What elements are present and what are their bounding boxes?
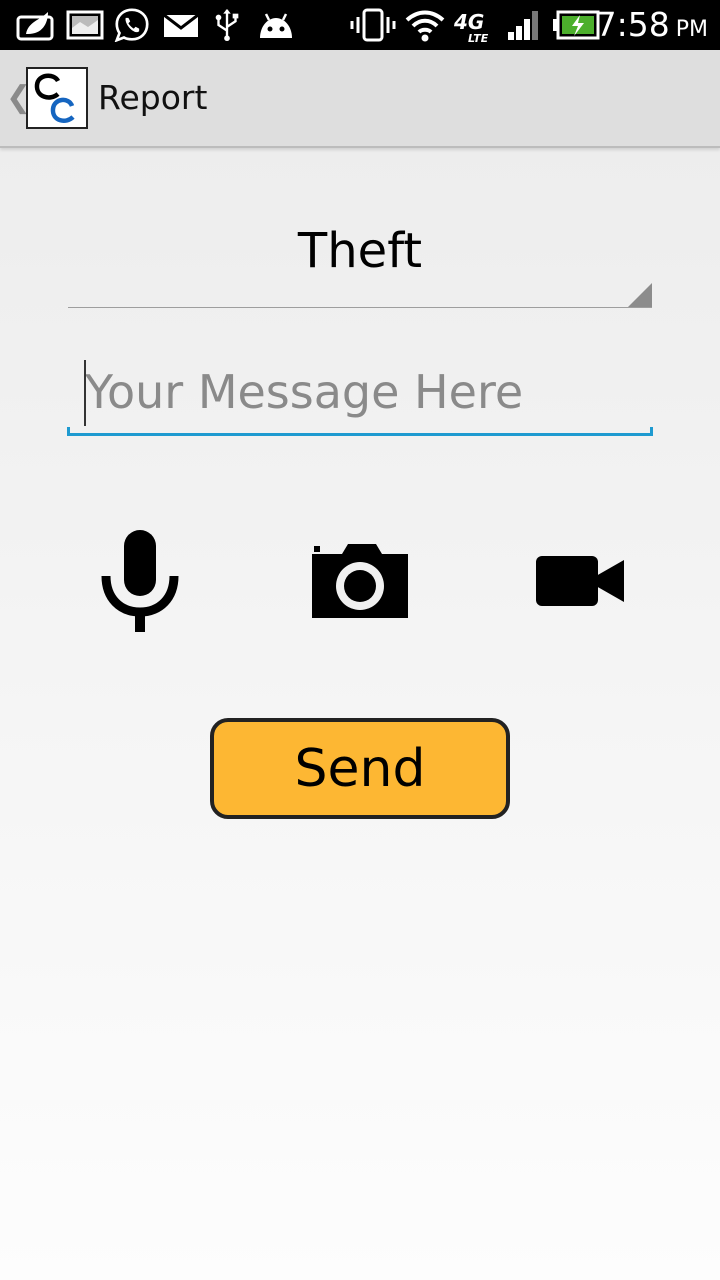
camera-icon xyxy=(312,544,408,618)
mail-icon xyxy=(163,13,199,37)
network-sub-label: LTE xyxy=(468,32,489,45)
category-selected-value: Theft xyxy=(297,223,423,279)
action-bar: ❮ Report xyxy=(0,50,720,148)
send-button[interactable]: Send xyxy=(210,718,510,819)
4g-lte-icon: 4G LTE xyxy=(454,8,496,45)
network-type-label: 4G xyxy=(454,10,485,34)
spinner-underline xyxy=(68,307,652,308)
message-underline-tick-right xyxy=(650,427,653,436)
take-photo-button[interactable] xyxy=(306,520,414,640)
message-underline-tick-left xyxy=(67,427,70,436)
record-video-button[interactable] xyxy=(532,520,628,640)
battery-charging-icon xyxy=(553,10,600,40)
status-bar: 4G LTE 7:58 PM xyxy=(0,0,720,50)
time-value: 7:58 xyxy=(595,5,670,44)
time-ampm: PM xyxy=(675,17,708,42)
whatsapp-icon xyxy=(114,8,149,42)
record-audio-button[interactable] xyxy=(90,520,190,640)
app-logo[interactable] xyxy=(26,67,88,129)
category-spinner[interactable]: Theft xyxy=(68,200,652,308)
usb-icon xyxy=(215,8,239,42)
android-debug-icon xyxy=(260,13,292,38)
gallery-notification-icon xyxy=(66,10,104,40)
vibrate-icon xyxy=(350,8,396,42)
video-camera-icon xyxy=(536,556,624,606)
wifi-icon xyxy=(405,10,445,42)
message-field xyxy=(67,350,653,436)
message-input[interactable] xyxy=(67,350,653,434)
status-time: 7:58 PM xyxy=(596,4,708,46)
app-logo-icon xyxy=(34,73,75,123)
message-underline xyxy=(67,433,653,436)
cell-signal-icon xyxy=(508,11,538,40)
microphone-icon xyxy=(101,530,179,632)
page-title: Report xyxy=(98,78,208,117)
text-cursor xyxy=(84,360,86,426)
dropdown-triangle-icon xyxy=(628,283,652,307)
leaf-notification-icon xyxy=(16,12,54,41)
